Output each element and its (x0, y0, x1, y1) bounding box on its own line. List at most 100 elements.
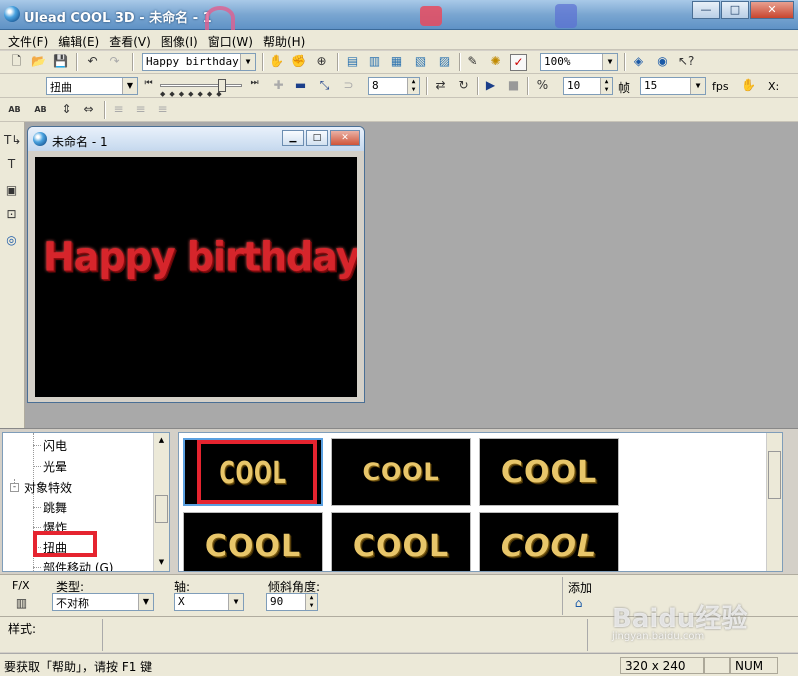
scroll-thumb[interactable] (155, 495, 168, 523)
undo-icon[interactable]: ↶ (84, 53, 101, 70)
open-folder-icon[interactable]: 📂 (30, 53, 47, 70)
rotate-hand-icon[interactable]: ✊ (290, 53, 307, 70)
collapse-icon[interactable]: - (10, 483, 19, 492)
total-frames-input[interactable]: 10 ▲ ▼ (563, 77, 613, 95)
app-icon[interactable] (4, 6, 20, 22)
percent-icon[interactable]: % (534, 77, 551, 94)
spin-arrows-icon[interactable]: ▲ ▼ (305, 594, 317, 610)
add-to-palette-icon[interactable]: ⌂ (570, 595, 587, 612)
view-bottom-icon[interactable]: ▨ (436, 53, 453, 70)
new-file-icon[interactable]: 🗋 (8, 53, 25, 70)
remove-keyframe-icon[interactable]: ▬ (292, 77, 309, 94)
first-frame-icon[interactable]: ⏮ (140, 75, 157, 92)
fx-icon[interactable]: ▥ (13, 595, 30, 612)
move-hand-icon[interactable]: ✋ (268, 53, 285, 70)
effect-select[interactable]: 扭曲 ▼ (46, 77, 138, 95)
last-frame-icon[interactable]: ⏭ (246, 75, 263, 92)
export-web-icon[interactable]: ◉ (654, 53, 671, 70)
chevron-down-icon[interactable]: ▼ (690, 78, 705, 94)
view-front-icon[interactable]: ▤ (344, 53, 361, 70)
gallery-scrollbar[interactable] (766, 433, 782, 571)
tree-item-object-effects[interactable]: 对象特效 (24, 479, 72, 496)
scroll-down-icon[interactable]: ▼ (154, 555, 169, 570)
save-icon[interactable]: 💾 (52, 53, 69, 70)
preview-canvas[interactable]: Happy birthday (35, 157, 357, 397)
axis-select[interactable]: X ▼ (174, 593, 244, 611)
spin-arrows-icon[interactable]: ▲ ▼ (407, 78, 419, 94)
stop-icon[interactable]: ■ (505, 77, 522, 94)
timeline-slider[interactable]: ◆◆◆◆◆◆◆ (160, 79, 242, 98)
line-spacing-icon[interactable]: ⇕ (58, 101, 75, 118)
zoom-select[interactable]: 100% ▼ (540, 53, 618, 71)
kerning-icon[interactable]: ⇔ (80, 101, 97, 118)
object-select[interactable]: Happy birthday ▼ (142, 53, 256, 71)
type-select[interactable]: 不对称 ▼ (52, 593, 154, 611)
menu-file[interactable]: 文件(F) (4, 30, 54, 49)
refresh-icon[interactable]: ↻ (455, 77, 472, 94)
tree-item-dance[interactable]: 跳舞 (43, 499, 67, 516)
menu-edit[interactable]: 编辑(E) (54, 30, 105, 49)
angle-input[interactable]: 90 ▲ ▼ (266, 593, 318, 611)
checkbox-icon[interactable]: ✓ (510, 54, 527, 71)
tree-scrollbar[interactable]: ▲ ▼ (153, 433, 169, 571)
style-area (102, 619, 588, 651)
menu-window[interactable]: 窗口(W) (204, 30, 259, 49)
canvas-3d-text[interactable]: Happy birthday (43, 234, 357, 280)
hand-icon[interactable]: ✋ (740, 77, 757, 94)
view-box-icon[interactable]: ▧ (412, 53, 429, 70)
reverse-keyframe-icon[interactable]: ⤡ (316, 77, 333, 94)
tree-item-glow[interactable]: 光晕 (43, 458, 67, 475)
view-top-icon[interactable]: ▦ (388, 53, 405, 70)
chevron-down-icon[interactable]: ▼ (122, 78, 137, 94)
redo-icon[interactable]: ↷ (106, 53, 123, 70)
frame-number-input[interactable]: 8 ▲ ▼ (368, 77, 420, 95)
context-help-icon[interactable]: ↖? (677, 53, 694, 70)
light-icon[interactable]: ✎ (464, 53, 481, 70)
document-title-bar[interactable]: 未命名 - 1 ▁ □ ✕ (28, 127, 364, 151)
globe-icon[interactable]: ✺ (487, 53, 504, 70)
minimize-button[interactable]: — (692, 1, 720, 19)
document-icon[interactable] (33, 132, 47, 146)
insert-shape-icon[interactable]: ▣ (3, 182, 20, 199)
text-format-icon[interactable]: AB (6, 101, 23, 118)
add-keyframe-icon[interactable]: ✚ (270, 77, 287, 94)
chevron-down-icon[interactable]: ▼ (138, 594, 153, 610)
view-side-icon[interactable]: ▥ (366, 53, 383, 70)
gallery-thumb[interactable]: COOL (183, 512, 323, 571)
align-left-icon[interactable]: ≡ (110, 101, 127, 118)
web-icon[interactable]: ◈ (630, 53, 647, 70)
text-spacing-icon[interactable]: AB (32, 101, 49, 118)
gallery-thumb[interactable]: COOL (331, 512, 471, 571)
menu-image[interactable]: 图像(I) (157, 30, 204, 49)
separator (459, 53, 461, 71)
doc-minimize-button[interactable]: ▁ (282, 130, 304, 146)
loop-icon[interactable]: ⊃ (340, 77, 357, 94)
maximize-button[interactable]: □ (721, 1, 749, 19)
fps-select[interactable]: 15 ▼ (640, 77, 706, 95)
size-icon[interactable]: ⊕ (313, 53, 330, 70)
tree-item-lightning[interactable]: 闪电 (43, 437, 67, 454)
gallery-thumb[interactable]: COOL (331, 438, 471, 506)
gallery-thumb[interactable]: COOL (479, 512, 619, 571)
scroll-up-icon[interactable]: ▲ (154, 433, 169, 448)
close-button[interactable]: ✕ (750, 1, 794, 19)
menu-help[interactable]: 帮助(H) (259, 30, 311, 49)
tree-item-part-move[interactable]: 部件移动 (G) (43, 559, 113, 571)
object-manager-icon[interactable]: ◎ (3, 232, 20, 249)
doc-close-button[interactable]: ✕ (330, 130, 360, 146)
play-icon[interactable]: ▶ (482, 77, 499, 94)
loop-mode-icon[interactable]: ⇄ (432, 77, 449, 94)
scroll-thumb[interactable] (768, 451, 781, 499)
chevron-down-icon[interactable]: ▼ (228, 594, 243, 610)
select-object-icon[interactable]: ⊡ (3, 206, 20, 223)
align-center-icon[interactable]: ≡ (132, 101, 149, 118)
gallery-thumb[interactable]: COOL (479, 438, 619, 506)
chevron-down-icon[interactable]: ▼ (602, 54, 617, 70)
chevron-down-icon[interactable]: ▼ (240, 54, 255, 70)
doc-maximize-button[interactable]: □ (306, 130, 328, 146)
menu-view[interactable]: 查看(V) (105, 30, 157, 49)
spin-arrows-icon[interactable]: ▲ ▼ (600, 78, 612, 94)
insert-text-icon[interactable]: T↳ (3, 132, 21, 149)
edit-text-icon[interactable]: T (3, 156, 20, 173)
align-right-icon[interactable]: ≡ (154, 101, 171, 118)
